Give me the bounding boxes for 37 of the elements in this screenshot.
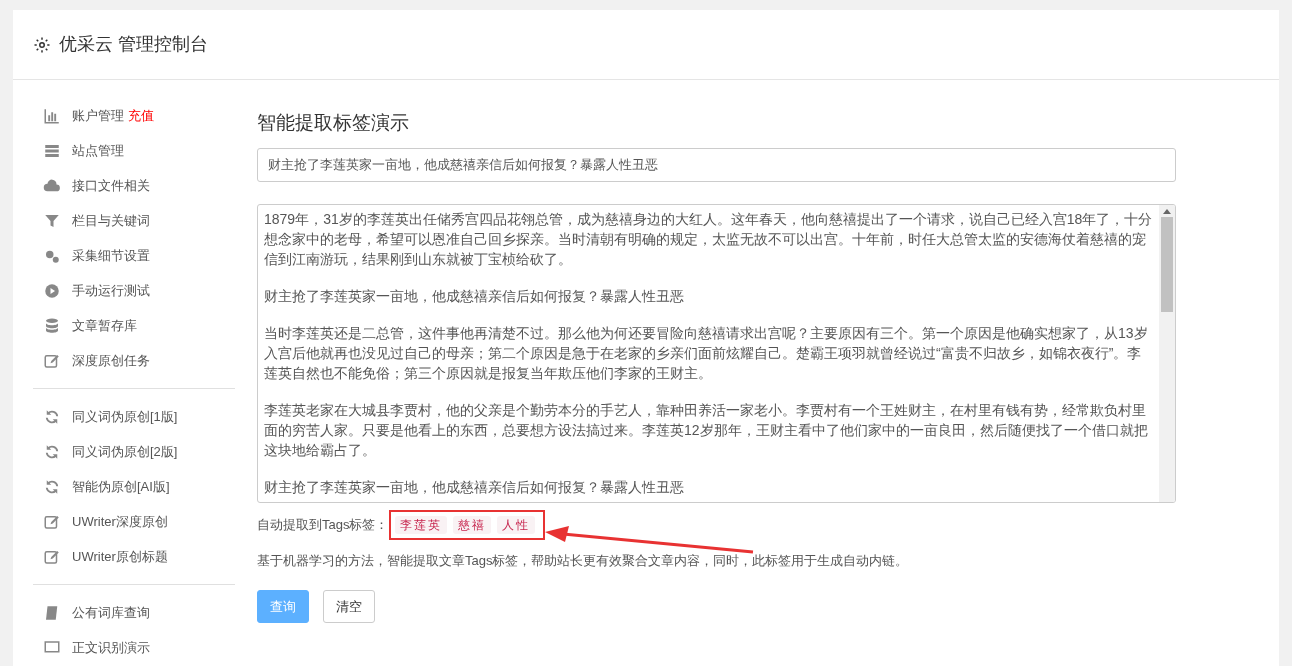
clear-button[interactable]: 清空 (323, 590, 375, 623)
sidebar-link[interactable]: 账户管理 (72, 105, 124, 126)
scrollbar-thumb[interactable] (1161, 217, 1173, 312)
sidebar-link[interactable]: 公有词库查询 (72, 602, 150, 623)
content-textarea[interactable] (257, 204, 1176, 503)
sidebar-link[interactable]: 文章暂存库 (72, 315, 137, 336)
sidebar-link[interactable]: 手动运行测试 (72, 280, 150, 301)
bar-chart-icon (43, 106, 61, 125)
tag: 人性 (497, 515, 536, 534)
database-icon (43, 316, 61, 335)
play-icon (43, 281, 61, 300)
sidebar-link[interactable]: 栏目与关键词 (72, 210, 150, 231)
sidebar-link[interactable]: 同义词伪原创[1版] (72, 406, 178, 427)
description-text: 基于机器学习的方法，智能提取文章Tags标签，帮助站长更有效聚合文章内容，同时，此标签用于生成自动内链。 (257, 551, 910, 570)
sidebar-link[interactable]: UWriter原创标题 (72, 546, 168, 567)
tag: 李莲英 (395, 515, 448, 534)
title-input[interactable]: 财主抢了李莲英家一亩地，他成慈禧亲信后如何报复？暴露人性丑恶 (257, 148, 1176, 182)
article-paragraph: 李莲英老家在大城县李贾村，他的父亲是个勤劳本分的手艺人，靠种田养活一家老小。李贾村有一个王姓财主，在村里有钱有势，经常欺负村里面的穷苦人家。只要是他看上的东西，总要想方设法搞过来。李莲英12岁那年，王财主看中了他们家中的一亩良田，然后随便找了一个借口就把这块地给霸占了。 (264, 401, 1149, 460)
sidebar-link[interactable]: 采集细节设置 (72, 245, 150, 266)
sidebar-link[interactable]: 站点管理 (72, 140, 124, 161)
sidebar-link[interactable]: 同义词伪原创[2版] (72, 441, 178, 462)
settings-icon (33, 35, 51, 54)
scroll-up-icon[interactable] (1163, 209, 1171, 214)
tags-label: 自动提取到Tags标签： (257, 516, 389, 534)
article-paragraph: 财主抢了李莲英家一亩地，他成慈禧亲信后如何报复？暴露人性丑恶 (264, 478, 685, 497)
tag: 慈禧 (453, 515, 492, 534)
article-paragraph: 当时李莲英还是二总管，这件事他再清楚不过。那么他为何还要冒险向慈禧请求出宫呢？主要原因有三个。第一个原因是他确实想家了，从13岁入宫后他就再也没见过自己的母亲；第二个原因是急于在老家的乡亲们面前炫耀自己。楚霸王项羽就曾经说过“富贵不归故乡，如锦衣夜行”。李莲英自然也不能免俗；第三个原因就是报复当年欺压他们李家的王财主。 (264, 324, 1149, 383)
section-title: 智能提取标签演示 (257, 111, 410, 135)
sidebar-link[interactable]: 接口文件相关 (72, 175, 150, 196)
article-paragraph: 1879年，31岁的李莲英出任储秀宫四品花翎总管，成为慈禧身边的大红人。这年春天，他向慈禧提出了一个请求，说自己已经入宫18年了，十分想念家中的老母，希望可以恩准自己回乡探亲。当时清朝有明确的规定，太监无故不可以出宫。十年前，时任大总管太监的安德海仗着慈禧的宠信到江南游玩，结果刚到山东就被丁宝桢给砍了。 (264, 210, 1153, 269)
sidebar-link[interactable]: 深度原创任务 (72, 350, 150, 371)
recharge-link[interactable]: 充值 (128, 105, 154, 126)
article-paragraph: 财主抢了李莲英家一亩地，他成慈禧亲信后如何报复？暴露人性丑恶 (264, 287, 685, 306)
sidebar-link[interactable]: UWriter深度原创 (72, 511, 168, 532)
console-title: 优采云 管理控制台 (59, 33, 208, 56)
sidebar-link[interactable]: 正文识别演示 (72, 637, 150, 658)
sidebar-link[interactable]: 智能伪原创[AI版] (72, 476, 170, 497)
